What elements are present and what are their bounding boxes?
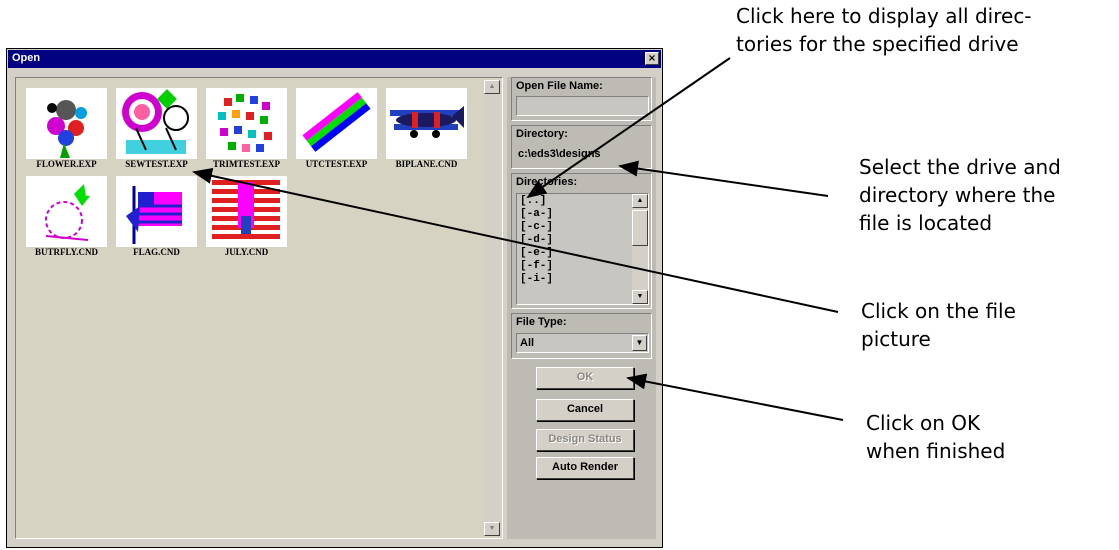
arrow-drive bbox=[618, 160, 829, 197]
arrow-picture bbox=[192, 168, 839, 313]
arrow-ok bbox=[626, 373, 844, 421]
callout-arrows bbox=[192, 57, 844, 421]
arrow-directories bbox=[526, 57, 731, 199]
